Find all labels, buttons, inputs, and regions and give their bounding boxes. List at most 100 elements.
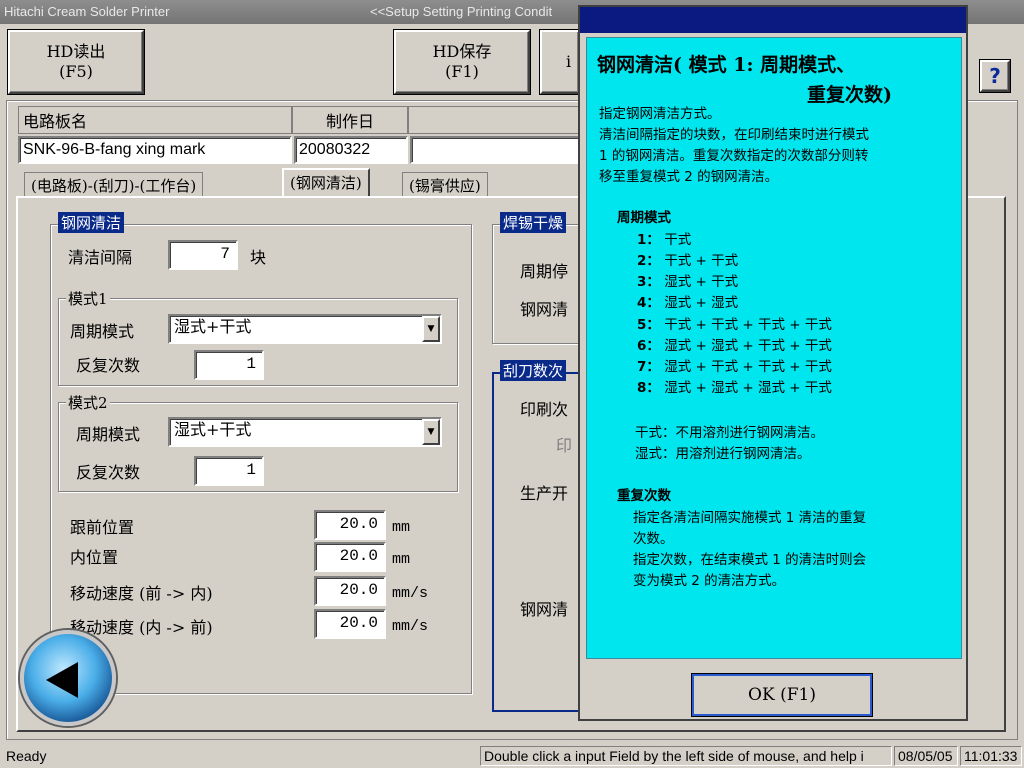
hd-load-key: (F5) bbox=[59, 62, 93, 81]
speed-inner-front-unit: mm/s bbox=[392, 618, 429, 635]
tab-stencil-cleaning[interactable]: (钢网清洁) bbox=[282, 168, 370, 198]
extra-field[interactable] bbox=[410, 136, 580, 164]
mode1-cycle-select[interactable]: 湿式+干式 ▼ bbox=[168, 314, 442, 344]
hd-load-button[interactable]: HD读出 (F5) bbox=[8, 30, 144, 94]
inner-pos-input[interactable]: 20.0 bbox=[314, 542, 386, 572]
hd-save-label: HD保存 bbox=[432, 42, 492, 61]
help-cycle-item: 3： 湿式 + 干式 bbox=[637, 272, 738, 293]
help-repeat-3: 变为模式 2 的清洁方式。 bbox=[633, 573, 786, 589]
help-intro-2: 1 的钢网清洁。重复次数指定的次数部分则转 bbox=[599, 148, 869, 164]
status-hint: Double click a input Field by the left s… bbox=[480, 746, 892, 766]
hd-load-label: HD读出 bbox=[46, 42, 106, 61]
help-content: 钢网清洁( 模式 1: 周期模式、 重复次数) 指定钢网清洁方式。 清洁间隔指定… bbox=[586, 37, 962, 659]
help-intro-3: 移至重复模式 2 的钢网清洁。 bbox=[599, 169, 779, 185]
cycle-text: 干式 bbox=[664, 232, 692, 248]
interval-label: 清洁间隔 bbox=[68, 248, 133, 267]
chevron-down-icon[interactable]: ▼ bbox=[422, 419, 440, 445]
cycle-text: 湿式 + 湿式 bbox=[664, 295, 739, 311]
mode2-cycle-label: 周期模式 bbox=[76, 425, 141, 444]
mode1-cycle-label: 周期模式 bbox=[70, 322, 135, 341]
front-pos-input[interactable]: 20.0 bbox=[314, 510, 386, 540]
cycle-num: 8： bbox=[637, 380, 660, 396]
window-title: Hitachi Cream Solder Printer bbox=[4, 4, 170, 19]
cycle-num: 3： bbox=[637, 274, 660, 290]
help-repeat-1: 次数。 bbox=[633, 531, 674, 547]
speed-front-inner-input[interactable]: 20.0 bbox=[314, 576, 386, 606]
status-time: 11:01:33 bbox=[960, 746, 1022, 766]
ok-button[interactable]: OK (F1) bbox=[691, 673, 873, 717]
help-cycle-item: 2： 干式 + 干式 bbox=[637, 251, 738, 272]
question-icon: ? bbox=[989, 64, 1001, 88]
mode2-cycle-select[interactable]: 湿式+干式 ▼ bbox=[168, 417, 442, 447]
interval-unit: 块 bbox=[250, 248, 267, 267]
cycle-num: 1： bbox=[637, 232, 660, 248]
cycle-text: 湿式 + 干式 + 干式 + 干式 bbox=[664, 359, 832, 375]
front-pos-unit: mm bbox=[392, 519, 411, 536]
mode1-repeat-label: 反复次数 bbox=[76, 356, 141, 375]
period-stop-label: 周期停 bbox=[520, 262, 569, 281]
speed-front-inner-unit: mm/s bbox=[392, 585, 429, 602]
status-ready: Ready bbox=[2, 746, 478, 766]
speed-inner-front-label: 移动速度 (内 -> 前) bbox=[70, 618, 213, 637]
interval-input[interactable]: 7 bbox=[168, 240, 238, 270]
mode1-cycle-value: 湿式+干式 bbox=[174, 317, 252, 336]
print-sub-label: 印 bbox=[556, 436, 573, 455]
cycle-num: 6： bbox=[637, 338, 660, 354]
cycle-num: 4： bbox=[637, 295, 660, 311]
inner-pos-label: 内位置 bbox=[70, 548, 119, 567]
solder-dry-group bbox=[492, 224, 592, 344]
stencil-clean-label-2: 钢网清 bbox=[520, 600, 569, 619]
help-title-line1: 钢网清洁( 模式 1: 周期模式、 bbox=[597, 54, 856, 76]
inner-pos-unit: mm bbox=[392, 551, 411, 568]
board-name-field[interactable]: SNK-96-B-fang xing mark bbox=[18, 136, 292, 164]
production-start-label: 生产开 bbox=[520, 484, 569, 503]
speed-inner-front-input[interactable]: 20.0 bbox=[314, 609, 386, 639]
cycle-text: 干式 + 干式 bbox=[664, 253, 739, 269]
chevron-down-icon[interactable]: ▼ bbox=[422, 316, 440, 342]
help-dry-note: 干式：不用溶剂进行钢网清洁。 bbox=[635, 425, 824, 441]
help-title-line2: 重复次数) bbox=[807, 84, 892, 106]
print-count-label: 印刷次 bbox=[520, 400, 569, 419]
help-cycle-item: 7： 湿式 + 干式 + 干式 + 干式 bbox=[637, 357, 832, 378]
header-cell-extra bbox=[408, 106, 580, 134]
cycle-num: 7： bbox=[637, 359, 660, 375]
window-subtitle: <<Setup Setting Printing Condit bbox=[370, 4, 553, 19]
hd-save-key: (F1) bbox=[445, 62, 479, 81]
help-cycle-item: 4： 湿式 + 湿式 bbox=[637, 293, 738, 314]
solder-dry-title: 焊锡干燥 bbox=[500, 212, 567, 233]
mode1-title: 模式1 bbox=[66, 288, 110, 309]
toolbar-button-partial[interactable]: i bbox=[540, 30, 580, 94]
help-cycle-item: 8： 湿式 + 湿式 + 湿式 + 干式 bbox=[637, 378, 832, 399]
status-date: 08/05/05 bbox=[894, 746, 958, 766]
speed-front-inner-label: 移动速度 (前 -> 内) bbox=[70, 584, 213, 603]
board-name-label: 电路板名 bbox=[18, 106, 292, 134]
date-field[interactable]: 20080322 bbox=[294, 136, 408, 164]
help-dialog: 钢网清洁( 模式 1: 周期模式、 重复次数) 指定钢网清洁方式。 清洁间隔指定… bbox=[578, 5, 968, 721]
back-arrow-icon bbox=[46, 662, 78, 698]
help-intro-1: 清洁间隔指定的块数，在印刷结束时进行模式 bbox=[599, 127, 869, 143]
help-wet-note: 湿式：用溶剂进行钢网清洁。 bbox=[635, 446, 811, 462]
help-intro-0: 指定钢网清洁方式。 bbox=[599, 106, 721, 122]
hd-save-button[interactable]: HD保存 (F1) bbox=[394, 30, 530, 94]
mode2-title: 模式2 bbox=[66, 392, 110, 413]
mode2-cycle-value: 湿式+干式 bbox=[174, 420, 252, 439]
date-label: 制作日 bbox=[292, 106, 408, 134]
mode2-repeat-input[interactable]: 1 bbox=[194, 456, 264, 486]
help-cycle-item: 6： 湿式 + 湿式 + 干式 + 干式 bbox=[637, 336, 832, 357]
front-pos-label: 跟前位置 bbox=[70, 518, 135, 537]
help-button[interactable]: ? bbox=[980, 60, 1010, 92]
status-bar: Ready Double click a input Field by the … bbox=[0, 744, 1024, 768]
help-repeat-0: 指定各清洁间隔实施模式 1 清洁的重复 bbox=[633, 510, 867, 526]
tab-solder-supply[interactable]: (锡膏供应) bbox=[402, 172, 488, 198]
cycle-num: 2： bbox=[637, 253, 660, 269]
squeegee-title: 刮刀数次 bbox=[500, 360, 567, 381]
help-repeat-heading: 重复次数 bbox=[617, 488, 671, 504]
cycle-text: 湿式 + 湿式 + 干式 + 干式 bbox=[664, 338, 832, 354]
help-repeat-2: 指定次数，在结束模式 1 的清洁时则会 bbox=[633, 552, 867, 568]
tab-board-squeegee-table[interactable]: (电路板)-(刮刀)-(工作台) bbox=[24, 172, 204, 198]
mode1-repeat-input[interactable]: 1 bbox=[194, 350, 264, 380]
help-cycle-item: 5： 干式 + 干式 + 干式 + 干式 bbox=[637, 315, 832, 336]
cleaning-group-title: 钢网清洁 bbox=[58, 212, 125, 233]
back-button[interactable] bbox=[20, 630, 116, 726]
cycle-num: 5： bbox=[637, 317, 660, 333]
